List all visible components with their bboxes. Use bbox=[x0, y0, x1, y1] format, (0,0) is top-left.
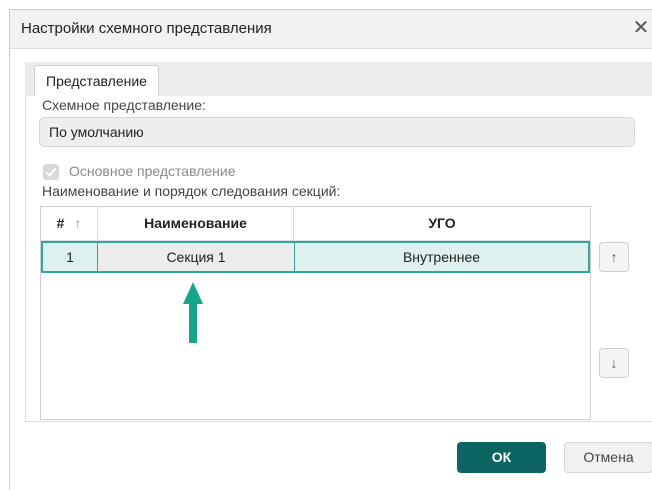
view-label: Схемное представление: bbox=[42, 97, 206, 113]
view-field[interactable]: По умолчанию bbox=[39, 117, 635, 147]
table-header: # ↑ Наименование УГО bbox=[41, 207, 590, 241]
move-down-button[interactable]: ↓ bbox=[599, 348, 629, 378]
column-header-number[interactable]: # ↑ bbox=[41, 207, 98, 240]
ok-button[interactable]: ОК bbox=[457, 442, 546, 473]
main-view-label: Основное представление bbox=[69, 163, 236, 179]
checkmark-icon bbox=[45, 167, 57, 177]
cancel-button[interactable]: Отмена bbox=[564, 442, 652, 473]
column-number-label: # bbox=[56, 215, 65, 231]
arrow-down-icon: ↓ bbox=[610, 355, 618, 371]
arrow-up-icon: ↑ bbox=[610, 249, 618, 265]
annotation-arrow-icon bbox=[183, 282, 203, 343]
settings-dialog: Настройки схемного представления ✕ Предс… bbox=[9, 9, 652, 490]
tab-bar: Представление bbox=[25, 62, 652, 96]
row-name-cell[interactable]: Секция 1 bbox=[98, 243, 295, 271]
column-header-ugo[interactable]: УГО bbox=[294, 207, 590, 240]
table-row[interactable]: 1 Секция 1 Внутреннее bbox=[41, 241, 590, 273]
dialog-titlebar: Настройки схемного представления ✕ bbox=[10, 10, 652, 49]
close-icon[interactable]: ✕ bbox=[631, 16, 651, 40]
row-number-cell: 1 bbox=[43, 243, 98, 271]
dialog-title: Настройки схемного представления bbox=[21, 20, 272, 37]
tab-view[interactable]: Представление bbox=[34, 65, 159, 96]
sections-table: # ↑ Наименование УГО 1 Секция 1 Внутренн… bbox=[40, 206, 591, 420]
move-up-button[interactable]: ↑ bbox=[599, 242, 629, 272]
sort-up-icon: ↑ bbox=[74, 215, 82, 231]
main-view-checkbox[interactable] bbox=[43, 164, 59, 180]
row-ugo-cell[interactable]: Внутреннее bbox=[295, 243, 588, 271]
sections-label: Наименование и порядок следования секций… bbox=[42, 183, 341, 199]
column-header-name[interactable]: Наименование bbox=[98, 207, 294, 240]
